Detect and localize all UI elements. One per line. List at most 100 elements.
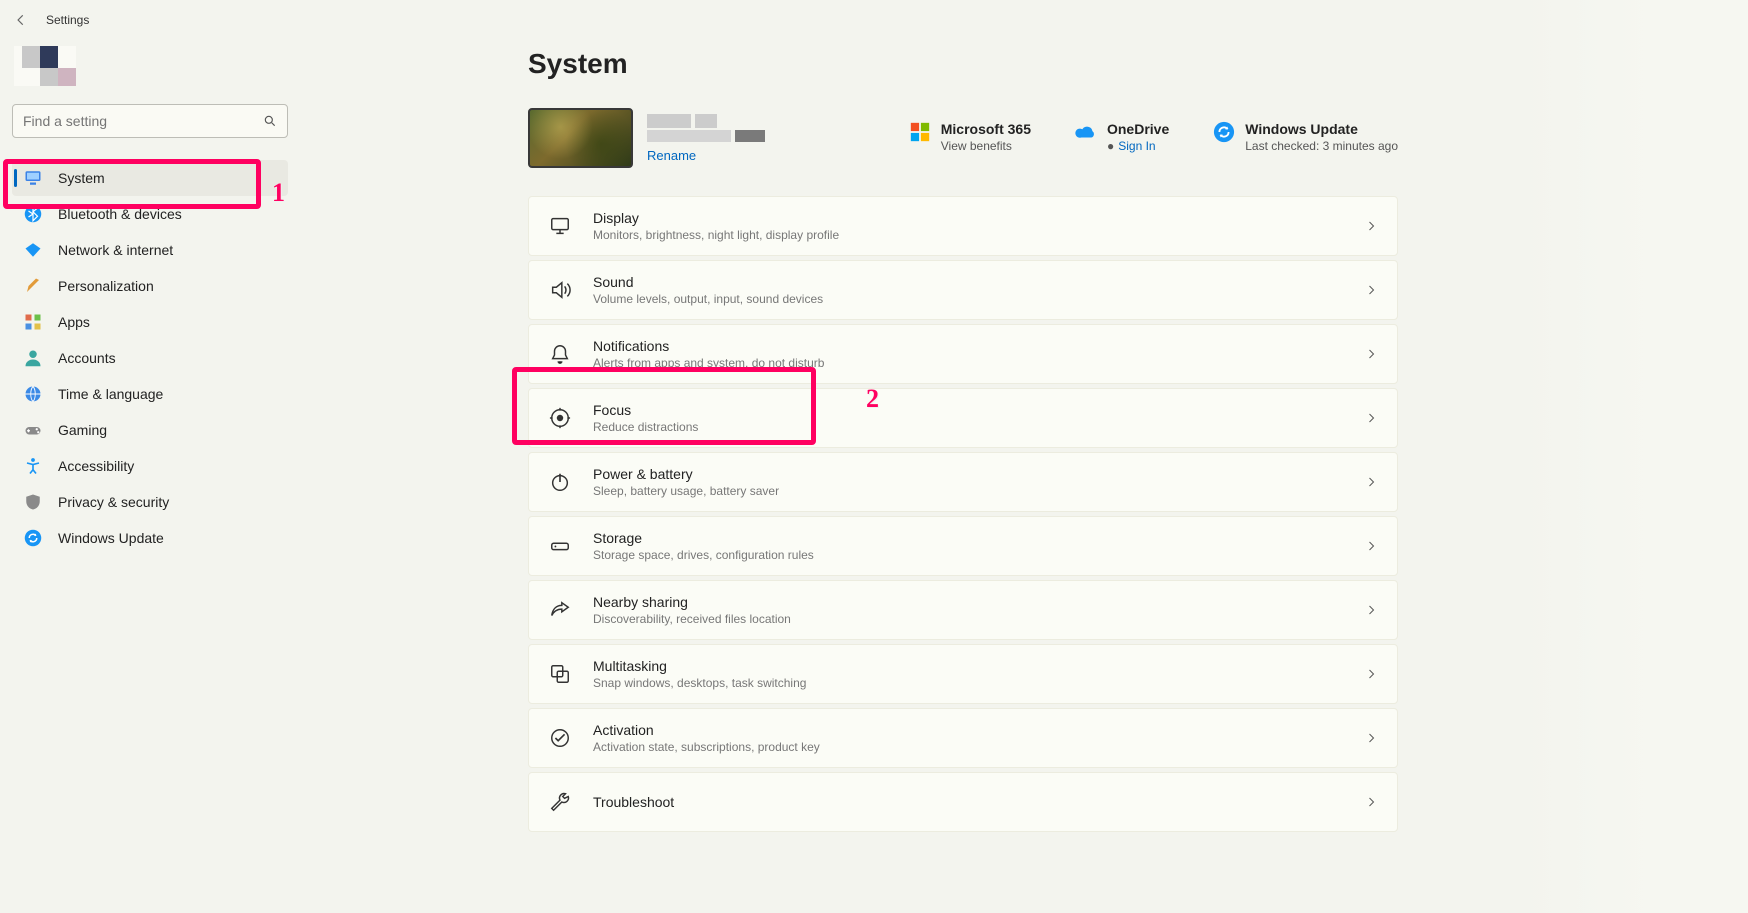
display-icon [549, 215, 571, 237]
user-avatar [14, 46, 76, 86]
card-title: Notifications [593, 338, 824, 354]
sidebar-item-label: Personalization [58, 278, 154, 294]
chevron-right-icon [1365, 348, 1377, 360]
sidebar-item-apps[interactable]: Apps [12, 304, 288, 340]
card-title: Storage [593, 530, 814, 546]
card-subtitle: Monitors, brightness, night light, displ… [593, 228, 839, 242]
sidebar-item-accessibility[interactable]: Accessibility [12, 448, 288, 484]
sidebar-item-label: Network & internet [58, 242, 173, 258]
card-title: Display [593, 210, 839, 226]
chevron-right-icon [1365, 604, 1377, 616]
sidebar-item-label: Apps [58, 314, 90, 330]
wrench-icon [549, 791, 571, 813]
card-activation[interactable]: Activation Activation state, subscription… [528, 708, 1398, 768]
card-subtitle: Sleep, battery usage, battery saver [593, 484, 779, 498]
device-thumbnail[interactable] [528, 108, 633, 168]
power-icon [549, 471, 571, 493]
service-m365-title: Microsoft 365 [941, 121, 1031, 137]
sidebar-item-label: Bluetooth & devices [58, 206, 182, 222]
fade-overlay [1518, 0, 1748, 913]
card-subtitle: Discoverability, received files location [593, 612, 791, 626]
card-title: Nearby sharing [593, 594, 791, 610]
card-subtitle: Activation state, subscriptions, product… [593, 740, 820, 754]
sidebar-item-time[interactable]: Time & language [12, 376, 288, 412]
sidebar-item-label: Accounts [58, 350, 116, 366]
back-button[interactable] [12, 11, 30, 29]
card-title: Power & battery [593, 466, 779, 482]
card-subtitle: Volume levels, output, input, sound devi… [593, 292, 823, 306]
card-storage[interactable]: StorageStorage space, drives, configurat… [528, 516, 1398, 576]
card-subtitle: Reduce distractions [593, 420, 698, 434]
update-icon [24, 529, 42, 547]
chevron-right-icon [1365, 540, 1377, 552]
app-title: Settings [46, 13, 89, 27]
bullet-icon: ● [1107, 139, 1114, 153]
apps-icon [24, 313, 42, 331]
card-focus[interactable]: Focus Reduce distractions [528, 388, 1398, 448]
card-troubleshoot[interactable]: Troubleshoot [528, 772, 1398, 832]
annotation-badge-1: 1 [272, 178, 285, 208]
storage-icon [549, 535, 571, 557]
back-arrow-icon [14, 13, 28, 27]
card-power[interactable]: Power & battery Sleep, battery usage, bat… [528, 452, 1398, 512]
check-icon [549, 727, 571, 749]
onedrive-signin-link[interactable]: Sign In [1118, 139, 1155, 153]
sidebar-item-label: Gaming [58, 422, 107, 438]
sidebar-item-gaming[interactable]: Gaming [12, 412, 288, 448]
annotation-badge-2: 2 [866, 384, 879, 414]
device-model [647, 130, 765, 142]
brush-icon [24, 277, 42, 295]
person-icon [24, 349, 42, 367]
chevron-right-icon [1365, 412, 1377, 424]
card-title: Focus [593, 402, 698, 418]
sidebar-item-update[interactable]: Windows Update [12, 520, 288, 556]
service-winupdate-sub: Last checked: 3 minutes ago [1245, 139, 1398, 153]
card-notifications[interactable]: NotificationsAlerts from apps and system… [528, 324, 1398, 384]
sidebar-item-accounts[interactable]: Accounts [12, 340, 288, 376]
sidebar-item-label: Windows Update [58, 530, 164, 546]
windows-update-icon [1213, 121, 1235, 143]
chevron-right-icon [1365, 668, 1377, 680]
chevron-right-icon [1365, 476, 1377, 488]
search-box[interactable] [12, 104, 288, 138]
sidebar-item-network[interactable]: Network & internet [12, 232, 288, 268]
service-m365-sub: View benefits [941, 139, 1012, 153]
sidebar-item-label: Time & language [58, 386, 163, 402]
card-display[interactable]: Display Monitors, brightness, night light… [528, 196, 1398, 256]
card-title: Sound [593, 274, 823, 290]
card-nearby[interactable]: Nearby sharing Discoverability, received … [528, 580, 1398, 640]
wifi-icon [24, 241, 42, 259]
card-title: Troubleshoot [593, 794, 674, 810]
chevron-right-icon [1365, 220, 1377, 232]
sidebar-item-privacy[interactable]: Privacy & security [12, 484, 288, 520]
device-name [647, 114, 765, 128]
service-onedrive[interactable]: OneDrive ●Sign In [1075, 121, 1169, 155]
multi-icon [549, 663, 571, 685]
gamepad-icon [24, 421, 42, 439]
onedrive-icon [1075, 121, 1097, 143]
service-windows-update[interactable]: Windows Update Last checked: 3 minutes a… [1213, 121, 1398, 155]
search-input[interactable] [23, 113, 263, 129]
page-title: System [528, 48, 1398, 80]
shield-icon [24, 493, 42, 511]
monitor-icon [24, 169, 42, 187]
service-m365[interactable]: Microsoft 365 View benefits [909, 121, 1031, 155]
sidebar-item-label: System [58, 170, 105, 186]
user-account-block[interactable] [12, 40, 288, 104]
access-icon [24, 457, 42, 475]
card-title: Activation [593, 722, 820, 738]
sidebar-item-bluetooth[interactable]: Bluetooth & devices [12, 196, 288, 232]
m365-icon [909, 121, 931, 143]
sidebar-item-system[interactable]: System [12, 160, 288, 196]
card-sound[interactable]: Sound Volume levels, output, input, sound… [528, 260, 1398, 320]
card-title: Multitasking [593, 658, 806, 674]
card-multitask[interactable]: Multitasking Snap windows, desktops, task… [528, 644, 1398, 704]
card-subtitle: Snap windows, desktops, task switching [593, 676, 806, 690]
sound-icon [549, 279, 571, 301]
sidebar-item-label: Accessibility [58, 458, 134, 474]
sidebar-item-personalization[interactable]: Personalization [12, 268, 288, 304]
focus-icon [549, 407, 571, 429]
rename-link[interactable]: Rename [647, 148, 765, 163]
bluetooth-icon [24, 205, 42, 223]
sidebar-item-label: Privacy & security [58, 494, 169, 510]
